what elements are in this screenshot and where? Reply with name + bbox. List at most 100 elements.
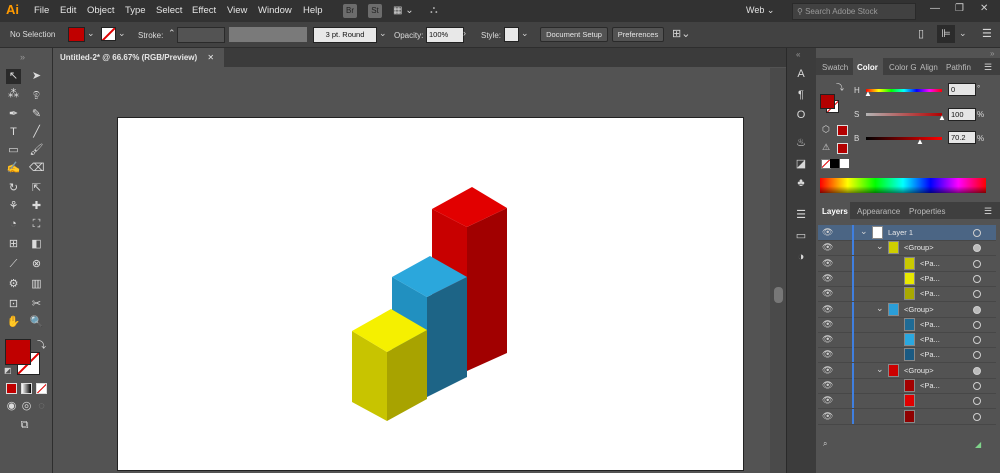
expand-toggle-icon[interactable]: ⌄	[876, 364, 884, 375]
close-window-button[interactable]: ✕	[980, 3, 988, 14]
stroke-dropdown-icon[interactable]: ⌄	[118, 28, 126, 39]
in-gamut-swatch[interactable]	[837, 143, 848, 154]
workspace-switcher[interactable]: Web ⌄	[746, 5, 774, 16]
none-mode-icon[interactable]	[36, 383, 47, 394]
dock-collapse-icon[interactable]: »	[990, 49, 994, 58]
red-bar-right-face[interactable]	[467, 208, 507, 371]
menu-edit[interactable]: Edit	[60, 5, 76, 16]
align-panel-icon[interactable]: ⊫	[937, 25, 955, 43]
toolbar-collapse-icon[interactable]: »	[20, 52, 25, 62]
warp-tool-icon[interactable]: ⚘	[6, 199, 21, 214]
type-tool-icon[interactable]: T	[6, 125, 21, 140]
stroke-swatch[interactable]	[101, 27, 116, 41]
panel-options-icon[interactable]: ☰	[982, 27, 992, 40]
visibility-eye-icon[interactable]: 👁	[822, 319, 833, 329]
visibility-eye-icon[interactable]: 👁	[822, 365, 833, 375]
document-icon[interactable]: ▯	[918, 27, 924, 40]
paragraph-panel-icon[interactable]: ¶	[792, 87, 810, 103]
menu-select[interactable]: Select	[156, 5, 182, 16]
visibility-eye-icon[interactable]: 👁	[822, 258, 833, 268]
brightness-slider[interactable]	[866, 137, 942, 140]
scale-tool-icon[interactable]: ⇱	[29, 181, 44, 196]
strip-collapse-icon[interactable]: «	[796, 50, 800, 59]
vertical-scrollbar[interactable]	[770, 68, 786, 473]
character-panel-icon[interactable]: A	[792, 66, 810, 82]
document-tab[interactable]: Untitled-2* @ 66.67% (RGB/Preview) ✕	[52, 48, 224, 67]
web-safe-swatch[interactable]	[837, 125, 848, 136]
swap-colors-icon[interactable]: ⤵	[37, 338, 46, 351]
hand-tool-icon[interactable]: ✋	[6, 315, 21, 330]
symbol-sprayer-tool-icon[interactable]: ⚙	[6, 277, 21, 292]
arrange-documents-icon[interactable]: ▦ ⌄	[393, 5, 414, 16]
mesh-tool-icon[interactable]: ⊞	[6, 237, 21, 252]
target-circle-icon[interactable]	[973, 305, 981, 314]
gpu-performance-icon[interactable]: ⛬	[430, 4, 438, 17]
visibility-eye-icon[interactable]: 👁	[822, 334, 833, 344]
curvature-tool-icon[interactable]: ✎	[29, 107, 44, 122]
shaper-tool-icon[interactable]: ✍	[6, 161, 21, 176]
stroke-weight-field[interactable]	[177, 27, 225, 43]
tab-properties[interactable]: Properties	[909, 207, 945, 216]
layers-panel-menu-icon[interactable]: ☰	[984, 206, 992, 217]
blend-tool-icon[interactable]: ⊗	[29, 257, 44, 272]
artboard-tool-icon[interactable]: ⊡	[6, 297, 21, 312]
search-adobe-stock[interactable]: ⚲ Search Adobe Stock	[792, 3, 916, 20]
brush-dropdown-icon[interactable]: ⌄	[379, 28, 387, 39]
tab-pathfinder[interactable]: Pathfin	[946, 63, 971, 72]
brush-definition-field[interactable]: 3 pt. Round	[313, 27, 377, 43]
saturation-slider-handle[interactable]: ▲	[938, 113, 946, 122]
gradient-mode-icon[interactable]	[21, 383, 32, 394]
direct-selection-tool-icon[interactable]: ➤	[29, 69, 44, 84]
draw-behind-icon[interactable]: ◎	[19, 399, 34, 414]
screen-mode-icon[interactable]: ⧉	[17, 418, 32, 433]
image-trace-panel-icon[interactable]: ◪	[792, 156, 810, 172]
rectangle-tool-icon[interactable]: ▭	[6, 143, 21, 158]
slice-tool-icon[interactable]: ✂	[29, 297, 44, 312]
eyedropper-tool-icon[interactable]: ⟋	[6, 257, 21, 272]
hue-field[interactable]: 0	[948, 83, 976, 96]
menu-help[interactable]: Help	[303, 5, 323, 16]
visibility-eye-icon[interactable]: 👁	[822, 380, 833, 390]
visibility-eye-icon[interactable]: 👁	[822, 395, 833, 405]
menu-object[interactable]: Object	[87, 5, 114, 16]
default-colors-icon[interactable]: ◩	[4, 366, 12, 375]
lasso-tool-icon[interactable]: ඉ	[29, 87, 44, 102]
target-circle-icon[interactable]	[973, 274, 981, 283]
menu-view[interactable]: View	[227, 5, 247, 16]
saturation-field[interactable]: 100	[948, 108, 976, 121]
hue-slider[interactable]	[866, 89, 942, 92]
menu-type[interactable]: Type	[125, 5, 146, 16]
blue-bar-right-face[interactable]	[427, 277, 467, 397]
black-swatch[interactable]	[830, 159, 839, 168]
selection-tool-icon[interactable]: ↖	[6, 69, 21, 84]
draw-inside-icon[interactable]: ◌	[34, 399, 49, 414]
menu-window[interactable]: Window	[258, 5, 292, 16]
target-circle-icon[interactable]	[973, 382, 981, 390]
target-circle-icon[interactable]	[973, 259, 981, 268]
target-circle-icon[interactable]	[973, 366, 981, 375]
target-circle-icon[interactable]	[973, 412, 981, 421]
zoom-tool-icon[interactable]: 🔍	[29, 315, 44, 330]
menu-file[interactable]: File	[34, 5, 49, 16]
rotate-tool-icon[interactable]: ↻	[6, 181, 21, 196]
web-safe-icon[interactable]: ⬡	[822, 124, 830, 135]
eraser-tool-icon[interactable]: ⌫	[29, 161, 45, 176]
visibility-eye-icon[interactable]: 👁	[822, 227, 833, 237]
tab-color[interactable]: Color	[857, 63, 878, 72]
gradient-tool-icon[interactable]: ◧	[29, 237, 44, 252]
expand-toggle-icon[interactable]: ⌄	[860, 226, 868, 237]
visibility-eye-icon[interactable]: 👁	[822, 273, 833, 283]
pen-tool-icon[interactable]: ✒	[6, 107, 21, 122]
color-panel-fill-box[interactable]	[820, 94, 835, 109]
puppet-warp-tool-icon[interactable]: ✚	[29, 199, 44, 214]
tab-align[interactable]: Align	[920, 63, 938, 72]
tab-color-guide[interactable]: Color G	[889, 63, 917, 72]
visibility-eye-icon[interactable]: 👁	[822, 304, 833, 314]
vertical-scroll-thumb[interactable]	[774, 287, 783, 303]
minimize-button[interactable]: —	[930, 3, 940, 14]
draw-normal-icon[interactable]: ◉	[4, 399, 19, 414]
fill-swatch[interactable]	[68, 27, 85, 42]
tab-layers[interactable]: Layers	[822, 207, 848, 216]
opentype-panel-icon[interactable]: O	[792, 107, 810, 123]
target-circle-icon[interactable]	[973, 320, 981, 329]
